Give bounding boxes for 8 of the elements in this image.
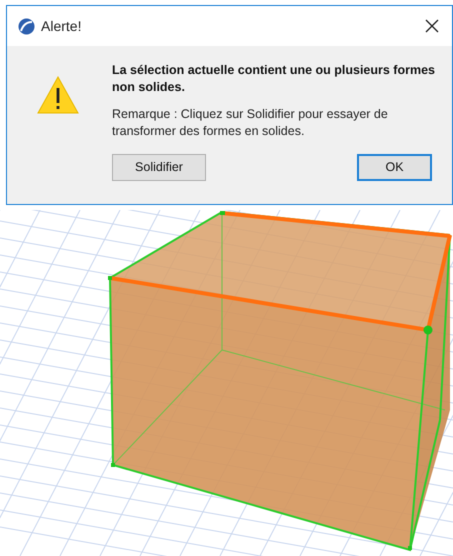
- alert-note: Remarque : Cliquez sur Solidifier pour essayer de transformer des formes en solides.: [112, 106, 389, 140]
- dialog-button[interactable]: Solidifier: [112, 154, 206, 181]
- dialog-button[interactable]: OK: [357, 154, 432, 181]
- app-logo-icon: [18, 18, 35, 34]
- alert-message: La sélection actuelle contient une ou plusieurs formes non solides.: [112, 62, 436, 96]
- close-icon: [425, 19, 439, 33]
- warning-icon: [37, 76, 79, 114]
- window-title: Alerte!: [41, 16, 82, 36]
